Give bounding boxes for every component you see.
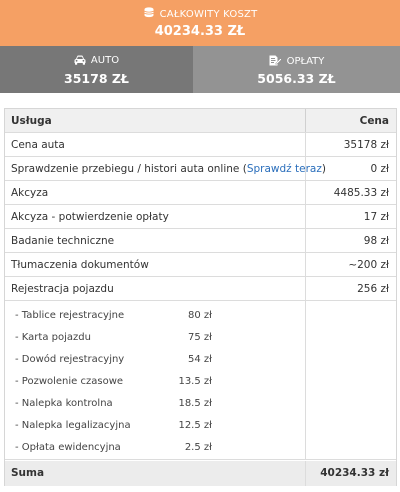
auto-value: 35178 ZŁ <box>64 71 129 86</box>
table-row: Rejestracja pojazdu 256 zł <box>5 277 396 301</box>
auto-cost-tab[interactable]: AUTO 35178 ZŁ <box>0 46 193 93</box>
cost-table: Usługa Cena Cena auta 35178 zł Sprawdzen… <box>4 108 397 486</box>
registration-breakdown: - Tablice rejestracyjne 80 zł - Karta po… <box>5 300 396 460</box>
table-row: Cena auta 35178 zł <box>5 133 396 157</box>
row-price: 17 zł <box>363 211 389 223</box>
list-item: - Karta pojazdu 75 zł <box>5 327 305 349</box>
item-price: 54 zł <box>188 354 212 365</box>
total-cost-label-wrap: CAŁKOWITY KOSZT <box>0 7 400 20</box>
sum-value: 40234.33 zł <box>320 467 389 479</box>
car-icon <box>74 55 86 65</box>
list-item: - Tablice rejestracyjne 80 zł <box>5 305 305 327</box>
item-name: - Nalepka legalizacyjna <box>15 420 131 431</box>
item-price: 13.5 zł <box>178 376 212 387</box>
total-cost-label: CAŁKOWITY KOSZT <box>159 9 258 20</box>
item-price: 18.5 zł <box>178 398 212 409</box>
table-row: Tłumaczenia dokumentów ~200 zł <box>5 253 396 277</box>
money-icon <box>143 7 154 18</box>
check-now-link[interactable]: Sprawdź teraz <box>247 163 322 175</box>
list-item: - Dowód rejestracyjny 54 zł <box>5 349 305 371</box>
row-service: Sprawdzenie przebiegu / histori auta onl… <box>11 163 240 175</box>
item-name: - Opłata ewidencyjna <box>15 442 121 453</box>
auto-label: AUTO <box>90 55 120 66</box>
list-item: - Pozwolenie czasowe 13.5 zł <box>5 371 305 393</box>
fees-cost-tab[interactable]: OPŁATY 5056.33 ZŁ <box>193 46 400 93</box>
row-price: 4485.33 zł <box>333 187 389 199</box>
list-item: - Nalepka kontrolna 18.5 zł <box>5 393 305 415</box>
row-service: Badanie techniczne <box>11 235 115 247</box>
row-price: 35178 zł <box>343 139 389 151</box>
row-service: Tłumaczenia dokumentów <box>11 259 149 271</box>
table-row: Akcyza 4485.33 zł <box>5 181 396 205</box>
row-price: 0 zł <box>370 163 389 175</box>
item-price: 80 zł <box>188 310 212 321</box>
link-close-paren: ) <box>321 163 326 175</box>
row-price: 256 zł <box>357 283 389 295</box>
table-row: Sprawdzenie przebiegu / histori auta onl… <box>5 157 396 181</box>
item-name: - Nalepka kontrolna <box>15 398 113 409</box>
fees-label: OPŁATY <box>286 56 325 67</box>
document-edit-icon <box>269 55 282 66</box>
cost-breakdown-tabs: AUTO 35178 ZŁ OPŁATY 5056.33 ZŁ <box>0 46 400 93</box>
link-open-paren: ( <box>239 163 247 175</box>
item-name: - Pozwolenie czasowe <box>15 376 124 387</box>
row-service: Akcyza <box>11 187 49 199</box>
sum-row: Suma 40234.33 zł <box>5 461 396 486</box>
item-price: 2.5 zł <box>184 442 212 453</box>
table-header: Usługa Cena <box>5 109 396 133</box>
item-name: - Tablice rejestracyjne <box>15 310 125 321</box>
header-price: Cena <box>359 115 389 127</box>
item-price: 75 zł <box>188 332 212 343</box>
total-cost-banner: CAŁKOWITY KOSZT 40234.33 ZŁ <box>0 0 400 46</box>
sum-label: Suma <box>11 467 45 479</box>
fees-value: 5056.33 ZŁ <box>257 71 336 86</box>
row-service: Cena auta <box>11 139 65 151</box>
row-service: Rejestracja pojazdu <box>11 283 114 295</box>
item-price: 12.5 zł <box>178 420 212 431</box>
row-service: Akcyza - potwierdzenie opłaty <box>11 211 169 223</box>
list-item: - Opłata ewidencyjna 2.5 zł <box>5 437 305 459</box>
list-item: - Nalepka legalizacyjna 12.5 zł <box>5 415 305 437</box>
auto-label-wrap: AUTO <box>0 55 193 66</box>
fees-label-wrap: OPŁATY <box>193 55 400 67</box>
table-row: Akcyza - potwierdzenie opłaty 17 zł <box>5 205 396 229</box>
total-cost-value: 40234.33 ZŁ <box>154 24 246 39</box>
item-name: - Dowód rejestracyjny <box>15 354 125 365</box>
header-service: Usługa <box>11 115 52 127</box>
row-price: 98 zł <box>363 235 389 247</box>
table-row: Badanie techniczne 98 zł <box>5 229 396 253</box>
row-price: ~200 zł <box>348 259 389 271</box>
row-service-wrap: Sprawdzenie przebiegu / histori auta onl… <box>11 163 326 175</box>
item-name: - Karta pojazdu <box>15 332 91 343</box>
